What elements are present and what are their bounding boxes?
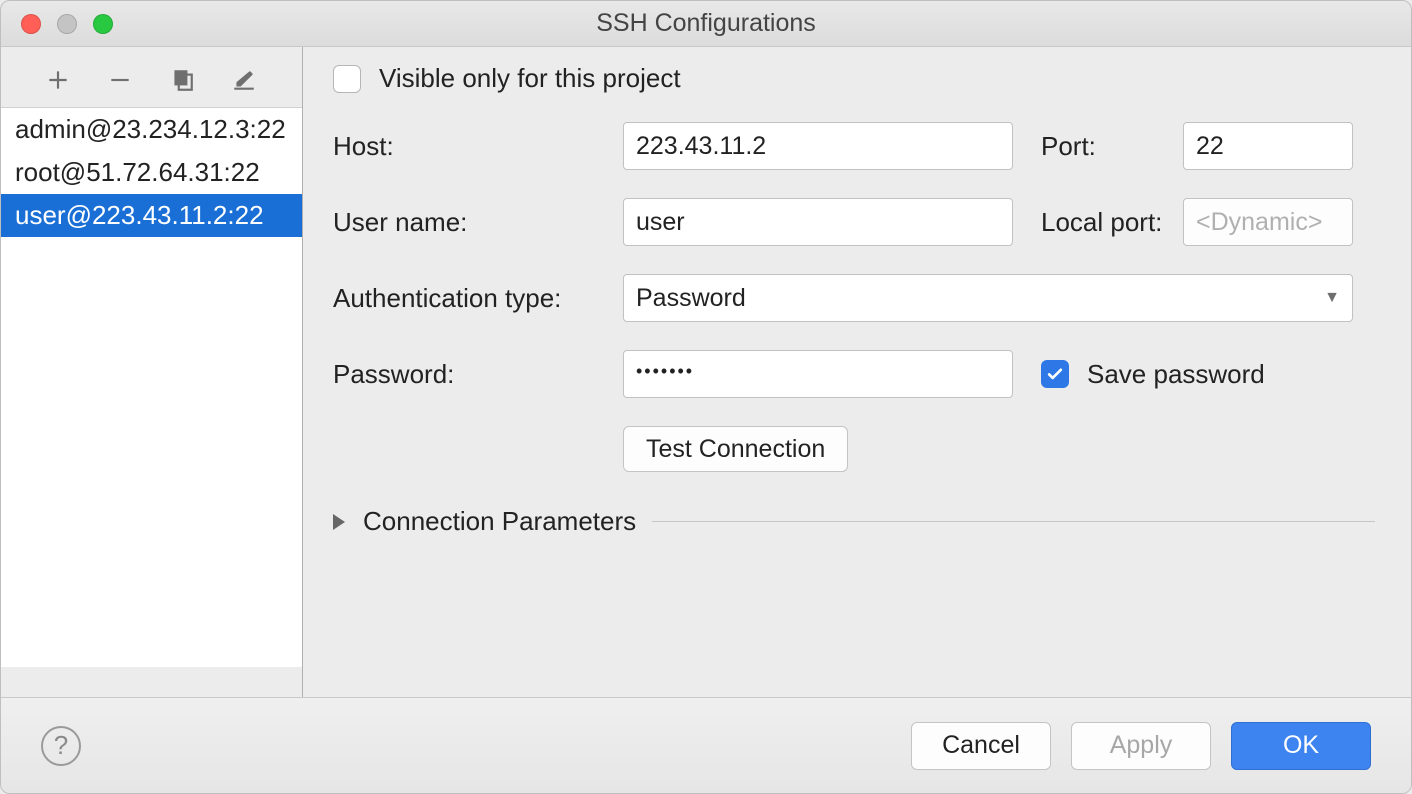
password-label: Password: bbox=[333, 359, 623, 390]
dialog-footer: ? Cancel Apply OK bbox=[1, 697, 1411, 793]
config-list: admin@23.234.12.3:22 root@51.72.64.31:22… bbox=[1, 107, 302, 667]
save-password-checkbox[interactable] bbox=[1041, 360, 1069, 388]
ssh-configurations-window: SSH Configurations admin@23.234.12 bbox=[0, 0, 1412, 794]
authtype-select[interactable]: Password ▼ bbox=[623, 274, 1353, 322]
config-form: Visible only for this project Host: 223.… bbox=[303, 47, 1411, 697]
plus-icon bbox=[45, 67, 71, 93]
authtype-value: Password bbox=[636, 284, 746, 313]
host-label: Host: bbox=[333, 131, 623, 162]
form-grid: Host: 223.43.11.2 Port: 22 User name: us… bbox=[333, 122, 1375, 472]
edit-config-button[interactable] bbox=[229, 65, 259, 95]
config-list-item[interactable]: root@51.72.64.31:22 bbox=[1, 151, 302, 194]
help-button[interactable]: ? bbox=[41, 726, 81, 766]
check-icon bbox=[1045, 364, 1065, 384]
sidebar: admin@23.234.12.3:22 root@51.72.64.31:22… bbox=[1, 47, 303, 697]
password-field[interactable]: ••••••• bbox=[623, 350, 1013, 398]
close-window-button[interactable] bbox=[21, 14, 41, 34]
connection-params-section: Connection Parameters bbox=[333, 506, 1375, 537]
cancel-button[interactable]: Cancel bbox=[911, 722, 1051, 770]
port-field[interactable]: 22 bbox=[1183, 122, 1353, 170]
copy-icon bbox=[169, 67, 195, 93]
copy-config-button[interactable] bbox=[167, 65, 197, 95]
minus-icon bbox=[107, 67, 133, 93]
config-list-item[interactable]: admin@23.234.12.3:22 bbox=[1, 108, 302, 151]
username-field[interactable]: user bbox=[623, 198, 1013, 246]
test-connection-button[interactable]: Test Connection bbox=[623, 426, 848, 472]
apply-button[interactable]: Apply bbox=[1071, 722, 1211, 770]
password-mask: ••••••• bbox=[636, 361, 694, 382]
localport-field[interactable]: <Dynamic> bbox=[1183, 198, 1353, 246]
ok-button[interactable]: OK bbox=[1231, 722, 1371, 770]
authtype-label: Authentication type: bbox=[333, 283, 623, 314]
username-label: User name: bbox=[333, 207, 623, 238]
connection-params-toggle[interactable]: Connection Parameters bbox=[333, 506, 636, 537]
visible-only-row: Visible only for this project bbox=[333, 63, 1375, 94]
localport-label: Local port: bbox=[1013, 207, 1183, 238]
window-controls bbox=[1, 14, 113, 34]
config-list-item[interactable]: user@223.43.11.2:22 bbox=[1, 194, 302, 237]
visible-only-label: Visible only for this project bbox=[379, 63, 681, 94]
pencil-icon bbox=[231, 67, 257, 93]
add-config-button[interactable] bbox=[43, 65, 73, 95]
sidebar-toolbar bbox=[1, 61, 302, 107]
question-icon: ? bbox=[54, 730, 68, 761]
save-password-label: Save password bbox=[1087, 359, 1265, 390]
zoom-window-button[interactable] bbox=[93, 14, 113, 34]
port-label: Port: bbox=[1013, 131, 1183, 162]
section-divider bbox=[652, 521, 1375, 522]
triangle-right-icon bbox=[333, 514, 345, 530]
visible-only-checkbox[interactable] bbox=[333, 65, 361, 93]
save-password-row: Save password bbox=[1013, 359, 1353, 390]
dialog-body: admin@23.234.12.3:22 root@51.72.64.31:22… bbox=[1, 47, 1411, 697]
window-title: SSH Configurations bbox=[1, 9, 1411, 38]
host-field[interactable]: 223.43.11.2 bbox=[623, 122, 1013, 170]
titlebar: SSH Configurations bbox=[1, 1, 1411, 47]
remove-config-button[interactable] bbox=[105, 65, 135, 95]
connection-params-label: Connection Parameters bbox=[363, 506, 636, 537]
minimize-window-button[interactable] bbox=[57, 14, 77, 34]
chevron-down-icon: ▼ bbox=[1324, 289, 1340, 307]
